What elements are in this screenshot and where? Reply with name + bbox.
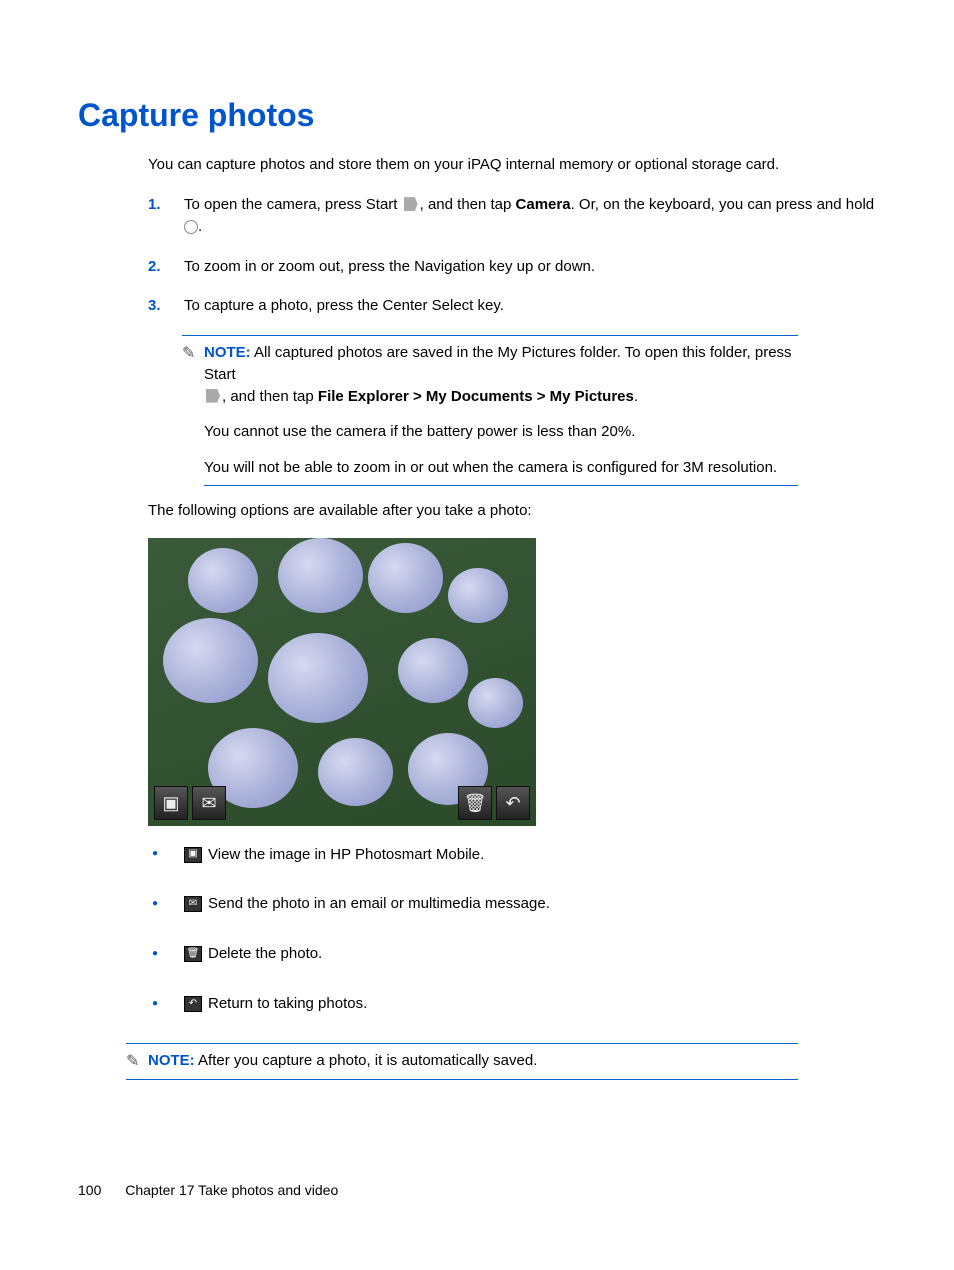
image-icon: ▣ [184, 847, 202, 863]
note-text: , and then tap [222, 388, 318, 405]
step-item: 1. To open the camera, press Start , and… [148, 194, 876, 238]
sample-photo: ▣ ✉ 🗑 ↶ [148, 538, 536, 826]
photo-toolbar-right: 🗑 ↶ [458, 786, 530, 820]
step-text: . Or, on the keyboard, you can press and… [571, 196, 875, 213]
step-item: 2. To zoom in or zoom out, press the Nav… [148, 256, 876, 278]
list-item: ● ↶ Return to taking photos. [148, 993, 876, 1015]
step-number: 3. [148, 295, 184, 317]
intro-text: You can capture photos and store them on… [148, 154, 876, 176]
start-flag-icon [206, 389, 220, 403]
page-number: 100 [78, 1180, 101, 1200]
return-arrow-icon: ↶ [184, 996, 202, 1012]
bullet-text: Send the photo in an email or multimedia… [208, 893, 550, 915]
step-number: 1. [148, 194, 184, 238]
note-bold: File Explorer > My Documents > My Pictur… [318, 388, 634, 405]
list-item: ● 🗑 Delete the photo. [148, 943, 876, 965]
page-footer: 100 Chapter 17 Take photos and video [78, 1180, 338, 1200]
bullet-dot: ● [148, 997, 184, 1012]
start-flag-icon [404, 197, 418, 211]
ok-button-icon [184, 220, 198, 234]
note-text: You will not be able to zoom in or out w… [204, 457, 798, 486]
step-body: To zoom in or zoom out, press the Naviga… [184, 256, 876, 278]
note-block: ✎ NOTE: After you capture a photo, it is… [126, 1043, 798, 1080]
delete-icon[interactable]: 🗑 [458, 786, 492, 820]
send-email-icon[interactable]: ✉ [192, 786, 226, 820]
step-text: To open the camera, press Start [184, 196, 402, 213]
note-label: NOTE: [204, 344, 251, 361]
photo-content [148, 538, 536, 826]
bullet-text: View the image in HP Photosmart Mobile. [208, 844, 484, 866]
step-text: . [198, 218, 202, 235]
photo-toolbar-left: ▣ ✉ [154, 786, 226, 820]
step-body: To open the camera, press Start , and th… [184, 194, 876, 238]
chapter-label: Chapter 17 Take photos and video [125, 1182, 338, 1198]
note-icon: ✎ [182, 342, 204, 486]
page-title: Capture photos [78, 92, 876, 138]
options-intro: The following options are available afte… [148, 500, 876, 522]
note-text: All captured photos are saved in the My … [204, 344, 792, 383]
step-body: To capture a photo, press the Center Sel… [184, 295, 876, 317]
list-item: ● ▣ View the image in HP Photosmart Mobi… [148, 844, 876, 866]
step-list: 1. To open the camera, press Start , and… [148, 194, 876, 317]
trash-icon: 🗑 [184, 946, 202, 962]
list-item: ● ✉ Send the photo in an email or multim… [148, 893, 876, 915]
step-text: , and then tap [420, 196, 516, 213]
bullet-dot: ● [148, 947, 184, 962]
bullet-text: Delete the photo. [208, 943, 322, 965]
step-bold: Camera [516, 196, 571, 213]
bullet-dot: ● [148, 847, 184, 862]
note-icon: ✎ [126, 1050, 148, 1073]
bullet-dot: ● [148, 897, 184, 912]
note-text: You cannot use the camera if the battery… [204, 421, 798, 443]
note-text: After you capture a photo, it is automat… [198, 1052, 537, 1069]
view-image-icon[interactable]: ▣ [154, 786, 188, 820]
note-block: ✎ NOTE: All captured photos are saved in… [182, 335, 798, 486]
bullet-text: Return to taking photos. [208, 993, 367, 1015]
note-label: NOTE: [148, 1052, 195, 1069]
envelope-icon: ✉ [184, 896, 202, 912]
step-item: 3. To capture a photo, press the Center … [148, 295, 876, 317]
note-text: . [634, 388, 638, 405]
return-icon[interactable]: ↶ [496, 786, 530, 820]
bullet-list: ● ▣ View the image in HP Photosmart Mobi… [148, 844, 876, 1015]
step-number: 2. [148, 256, 184, 278]
